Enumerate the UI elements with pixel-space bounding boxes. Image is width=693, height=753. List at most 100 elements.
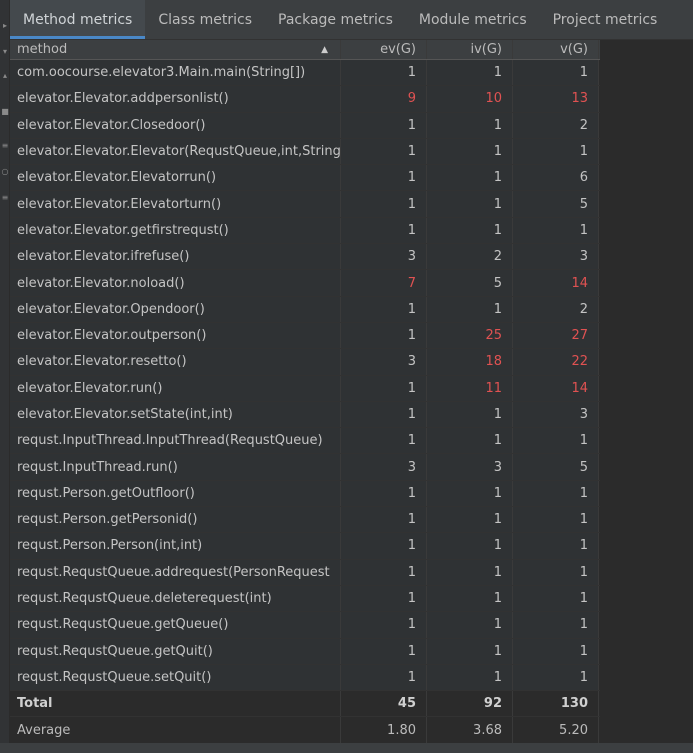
- metric-v-cell: 5: [513, 454, 599, 480]
- metric-ev-cell: 1: [341, 559, 427, 585]
- table-row[interactable]: requst.RequstQueue.addrequest(PersonRequ…: [10, 559, 600, 586]
- metric-iv-cell: 10: [427, 86, 513, 112]
- table-row[interactable]: elevator.Elevator.outperson() 1 25 27: [10, 322, 600, 350]
- table-row[interactable]: com.oocourse.elevator3.Main.main(String[…: [10, 60, 600, 87]
- method-name-cell: requst.RequstQueue.getQueue(): [10, 612, 341, 638]
- table-row[interactable]: requst.RequstQueue.deleterequest(int) 1 1 1: [10, 585, 600, 613]
- method-name-cell: elevator.Elevator.Opendoor(): [10, 296, 341, 322]
- table-row[interactable]: requst.Person.getOutfloor() 1 1 1: [10, 480, 600, 508]
- table-row[interactable]: elevator.Elevator.getfirstrequst() 1 1 1: [10, 217, 600, 245]
- run-icon[interactable]: ▸: [1, 22, 9, 30]
- list-icon[interactable]: ≡: [1, 194, 9, 202]
- metric-ev-cell: 3: [341, 244, 427, 270]
- total-iv: 92: [427, 691, 513, 717]
- method-name-cell: requst.InputThread.run(): [10, 454, 341, 480]
- total-label: Total: [10, 691, 341, 717]
- metric-ev-cell: 1: [341, 138, 427, 165]
- metric-v-cell: 1: [513, 428, 599, 454]
- down-icon[interactable]: ▾: [1, 48, 9, 56]
- method-name-cell: elevator.Elevator.resetto(): [10, 349, 341, 375]
- table-row[interactable]: elevator.Elevator.Elevatorturn() 1 1 5: [10, 191, 600, 218]
- metric-iv-cell: 1: [427, 585, 513, 612]
- method-name-cell: elevator.Elevator.ifrefuse(): [10, 244, 341, 270]
- method-name-cell: elevator.Elevator.setState(int,int): [10, 401, 341, 428]
- table-row[interactable]: requst.InputThread.InputThread(RequstQue…: [10, 428, 600, 455]
- table-row[interactable]: requst.InputThread.run() 3 3 5: [10, 454, 600, 481]
- metric-iv-cell: 1: [427, 191, 513, 217]
- metric-ev-cell: 1: [341, 375, 427, 401]
- metric-iv-cell: 1: [427, 60, 513, 86]
- metric-v-cell: 1: [513, 612, 599, 638]
- table-body: com.oocourse.elevator3.Main.main(String[…: [10, 60, 600, 692]
- table-row[interactable]: elevator.Elevator.Elevator(RequstQueue,i…: [10, 138, 600, 166]
- table-row[interactable]: elevator.Elevator.setState(int,int) 1 1 3: [10, 401, 600, 429]
- metric-iv-cell: 1: [427, 138, 513, 165]
- total-row: Total 45 92 130: [10, 691, 600, 718]
- table-row[interactable]: requst.Person.Person(int,int) 1 1 1: [10, 533, 600, 560]
- metric-ev-cell: 1: [341, 585, 427, 612]
- metric-iv-cell: 1: [427, 428, 513, 454]
- average-label: Average: [10, 717, 341, 743]
- method-name-cell: requst.RequstQueue.deleterequest(int): [10, 585, 341, 612]
- metric-iv-cell: 25: [427, 322, 513, 349]
- column-header-iv[interactable]: iv(G): [427, 40, 513, 59]
- table-row[interactable]: elevator.Elevator.run() 1 11 14: [10, 375, 600, 402]
- tab-project-metrics[interactable]: Project metrics: [540, 0, 671, 39]
- table-row[interactable]: elevator.Elevator.addpersonlist() 9 10 13: [10, 86, 600, 113]
- tab-module-metrics[interactable]: Module metrics: [406, 0, 540, 39]
- table-row[interactable]: elevator.Elevator.noload() 7 5 14: [10, 270, 600, 297]
- circle-icon[interactable]: ○: [1, 168, 9, 176]
- method-name-cell: requst.InputThread.InputThread(RequstQue…: [10, 428, 341, 454]
- table-row[interactable]: elevator.Elevator.Opendoor() 1 1 2: [10, 296, 600, 323]
- method-name-cell: requst.RequstQueue.setQuit(): [10, 664, 341, 691]
- metric-iv-cell: 1: [427, 638, 513, 664]
- metric-iv-cell: 1: [427, 165, 513, 191]
- empty-panel: [600, 40, 693, 743]
- column-header-method[interactable]: method ▲: [10, 40, 341, 59]
- column-header-ev[interactable]: ev(G): [341, 40, 427, 59]
- metric-ev-cell: 1: [341, 612, 427, 638]
- up-icon[interactable]: ▴: [1, 72, 9, 80]
- metric-v-cell: 1: [513, 480, 599, 507]
- metric-ev-cell: 1: [341, 664, 427, 691]
- metric-ev-cell: 1: [341, 60, 427, 86]
- table-row[interactable]: requst.RequstQueue.getQuit() 1 1 1: [10, 638, 600, 665]
- tab-class-metrics[interactable]: Class metrics: [145, 0, 265, 39]
- metric-v-cell: 5: [513, 191, 599, 217]
- tab-method-metrics[interactable]: Method metrics: [10, 0, 146, 39]
- settings-icon[interactable]: ≡: [1, 142, 9, 150]
- metric-ev-cell: 3: [341, 454, 427, 480]
- metric-iv-cell: 1: [427, 533, 513, 559]
- metric-ev-cell: 1: [341, 165, 427, 191]
- metric-iv-cell: 3: [427, 454, 513, 480]
- metric-v-cell: 22: [513, 349, 599, 375]
- metric-ev-cell: 1: [341, 217, 427, 244]
- metric-ev-cell: 1: [341, 401, 427, 428]
- stop-icon[interactable]: ■: [1, 108, 9, 116]
- bottom-status-strip: [0, 743, 693, 753]
- metric-v-cell: 1: [513, 664, 599, 691]
- metric-ev-cell: 1: [341, 322, 427, 349]
- table-row[interactable]: requst.Person.getPersonid() 1 1 1: [10, 507, 600, 534]
- table-header: method ▲ ev(G) iv(G) v(G): [10, 40, 600, 60]
- metric-iv-cell: 2: [427, 244, 513, 270]
- metric-v-cell: 27: [513, 322, 599, 349]
- tab-package-metrics[interactable]: Package metrics: [265, 0, 406, 39]
- table-row[interactable]: elevator.Elevator.Closedoor() 1 1 2: [10, 112, 600, 139]
- table-row[interactable]: requst.RequstQueue.setQuit() 1 1 1: [10, 664, 600, 692]
- metric-iv-cell: 1: [427, 401, 513, 428]
- metric-ev-cell: 1: [341, 507, 427, 533]
- metric-v-cell: 1: [513, 217, 599, 244]
- metric-v-cell: 13: [513, 86, 599, 112]
- table-row[interactable]: elevator.Elevator.resetto() 3 18 22: [10, 349, 600, 376]
- method-name-cell: elevator.Elevator.addpersonlist(): [10, 86, 341, 112]
- metric-v-cell: 1: [513, 559, 599, 585]
- table-row[interactable]: elevator.Elevator.ifrefuse() 3 2 3: [10, 244, 600, 271]
- table-row[interactable]: requst.RequstQueue.getQueue() 1 1 1: [10, 612, 600, 639]
- metric-v-cell: 1: [513, 533, 599, 559]
- metric-iv-cell: 18: [427, 349, 513, 375]
- table-row[interactable]: elevator.Elevator.Elevatorrun() 1 1 6: [10, 165, 600, 192]
- column-header-v[interactable]: v(G): [513, 40, 599, 59]
- method-name-cell: requst.Person.getOutfloor(): [10, 480, 341, 507]
- metric-v-cell: 1: [513, 638, 599, 664]
